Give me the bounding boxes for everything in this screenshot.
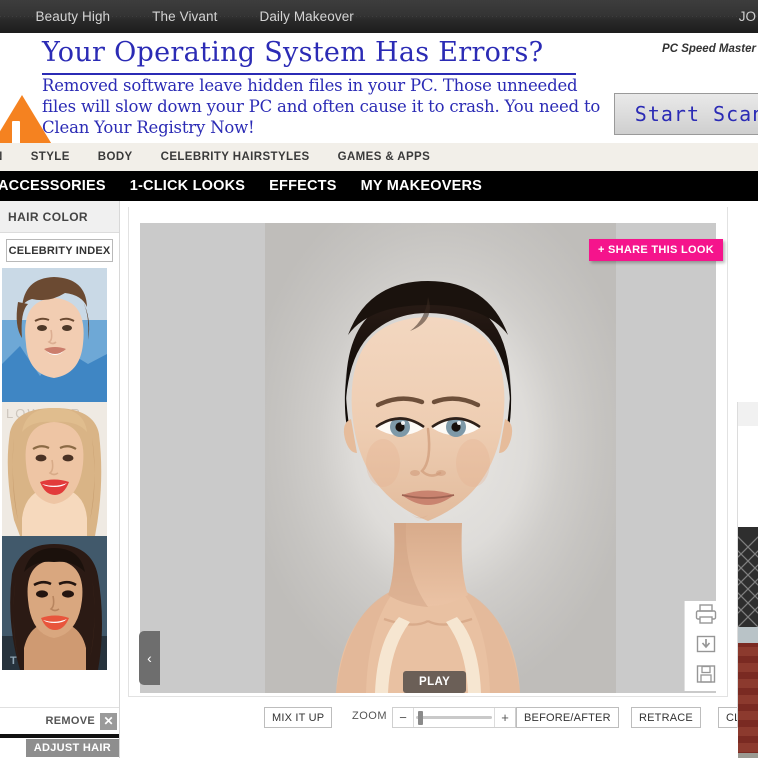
adjust-row: ADJUST HAIR — [0, 738, 119, 758]
save-disk-icon[interactable] — [696, 664, 716, 689]
play-button[interactable]: PLAY — [403, 671, 467, 693]
remove-label: REMOVE — [45, 715, 95, 727]
partner-link-1[interactable]: Beauty High — [15, 9, 132, 24]
right-panel-header — [738, 402, 758, 426]
ad-brand-label: PC Speed Master — [662, 43, 756, 55]
adjust-hair-button[interactable]: ADJUST HAIR — [25, 739, 119, 757]
celebrity-thumb-2[interactable]: LOW AR — [2, 402, 107, 536]
model-photo[interactable] — [140, 223, 716, 693]
partner-link-3[interactable]: Daily Makeover — [238, 9, 374, 24]
site-nav-item-games-apps[interactable]: GAMES & APPS — [324, 151, 445, 163]
mix-it-up-button[interactable]: MIX IT UP — [264, 707, 333, 728]
canvas-frame: + SHARE THIS LOOK — [128, 207, 728, 697]
app-navigation: ACCESSORIES 1-CLICK LOOKS EFFECTS MY MAK… — [0, 171, 758, 201]
partner-bar: aster Beauty High The Vivant Daily Makeo… — [0, 0, 758, 34]
tab-accessories[interactable]: ACCESSORIES — [0, 178, 118, 194]
ad-body-text: Removed software leave hidden files in y… — [42, 76, 601, 137]
zoom-label: ZOOM — [352, 710, 387, 722]
share-this-look-button[interactable]: + SHARE THIS LOOK — [588, 239, 723, 261]
editor-toolbar: MIX IT UP ZOOM − + BEFORE/AFTER RETRACE … — [256, 705, 758, 745]
makeover-app-page: aster Beauty High The Vivant Daily Makeo… — [0, 0, 758, 758]
partner-link-2[interactable]: The Vivant — [131, 9, 238, 24]
partner-link-0[interactable]: aster — [0, 9, 15, 24]
zoom-slider-rail — [416, 716, 492, 719]
advertisement-banner[interactable]: Your Operating System Has Errors? Remove… — [0, 33, 758, 143]
celebrity-thumb-1[interactable] — [2, 268, 107, 402]
sidebar-footer: REMOVE ✕ ADJUST HAIR — [0, 707, 119, 758]
site-nav-item-style[interactable]: STYLE — [17, 151, 84, 163]
site-nav-item-0[interactable]: N — [0, 151, 17, 163]
celebrity-index-button[interactable]: CELEBRITY INDEX — [6, 239, 113, 262]
tab-effects[interactable]: EFFECTS — [257, 178, 348, 194]
partner-bar-account-label[interactable]: JO — [739, 0, 758, 33]
svg-text:T: T — [10, 655, 17, 667]
side-ad-image[interactable] — [738, 527, 758, 758]
celebrity-thumbnail-list: LOW AR — [2, 268, 107, 670]
close-icon[interactable]: ✕ — [100, 712, 117, 730]
celebrity-thumb-3[interactable]: T — [2, 536, 107, 670]
zoom-slider[interactable] — [414, 708, 494, 727]
retrace-button[interactable]: RETRACE — [631, 707, 701, 728]
download-icon[interactable] — [696, 634, 716, 659]
site-navigation: N STYLE BODY CELEBRITY HAIRSTYLES GAMES … — [0, 143, 758, 172]
print-icon[interactable] — [695, 603, 717, 629]
zoom-control[interactable]: − + — [392, 707, 516, 728]
hair-color-sidebar: HAIR COLOR CELEBRITY INDEX LOW T REMOVE … — [0, 201, 120, 758]
ad-headline: Your Operating System Has Errors? — [42, 37, 544, 68]
start-scan-button[interactable]: Start Scan — [614, 93, 758, 135]
site-nav-item-celebrity-hairstyles[interactable]: CELEBRITY HAIRSTYLES — [147, 151, 324, 163]
warning-triangle-bar — [12, 121, 20, 143]
partner-links: aster Beauty High The Vivant Daily Makeo… — [0, 0, 375, 33]
tab-1-click-looks[interactable]: 1-CLICK LOOKS — [118, 178, 257, 194]
canvas-icon-tray — [684, 601, 727, 691]
workspace: HAIR COLOR CELEBRITY INDEX LOW T REMOVE … — [0, 201, 758, 758]
site-nav-item-body[interactable]: BODY — [84, 151, 147, 163]
prev-look-button[interactable]: ‹ — [139, 631, 160, 685]
tab-my-makeovers[interactable]: MY MAKEOVERS — [349, 178, 494, 194]
zoom-out-button[interactable]: − — [393, 708, 414, 727]
remove-row: REMOVE ✕ — [0, 707, 119, 734]
sidebar-title: HAIR COLOR — [0, 201, 119, 233]
zoom-slider-handle[interactable] — [418, 710, 423, 725]
before-after-button[interactable]: BEFORE/AFTER — [516, 707, 619, 728]
zoom-in-button[interactable]: + — [494, 708, 515, 727]
